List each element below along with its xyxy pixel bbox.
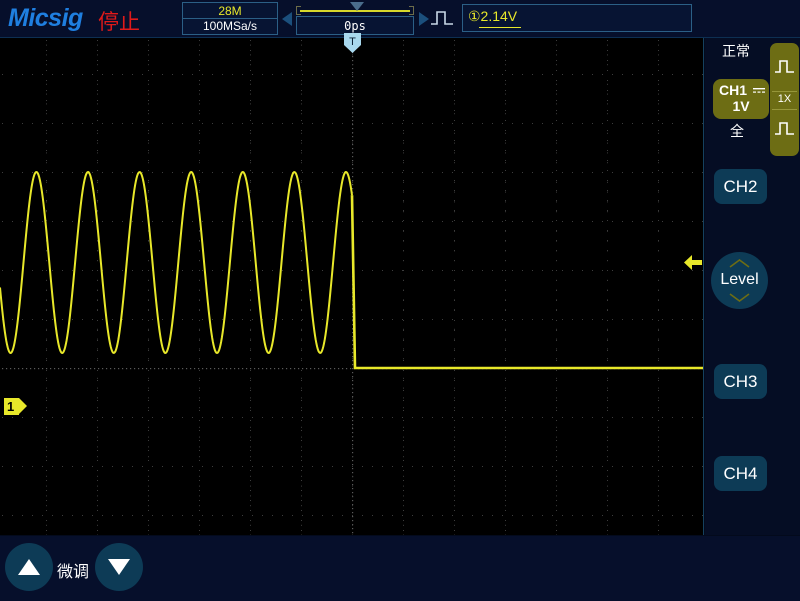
ground-marker-tip-icon bbox=[19, 398, 27, 414]
decrease-button[interactable] bbox=[95, 543, 143, 591]
trigger-level-arrow-icon[interactable] bbox=[684, 254, 702, 271]
sample-rate-value: 100MSa/s bbox=[202, 19, 258, 33]
dc-coupling-icon bbox=[753, 88, 765, 93]
increase-button[interactable] bbox=[5, 543, 53, 591]
chevron-down-icon[interactable] bbox=[729, 293, 750, 302]
probe-decrease-pulse-icon[interactable] bbox=[774, 121, 795, 137]
triangle-down-icon bbox=[108, 559, 130, 575]
oscilloscope-screen: Micsig 停止 28M 100MSa/s 0ps ①2.14V 1 T 正常… bbox=[0, 0, 800, 601]
measurement-readout: 正脉宽:10.65ms bbox=[22, 533, 122, 535]
probe-divider-bottom bbox=[772, 109, 797, 110]
channel1-ground-marker[interactable]: 1 bbox=[4, 398, 27, 415]
scroll-right-arrow-icon[interactable] bbox=[419, 12, 429, 26]
trigger-mode-label[interactable]: 正常 bbox=[722, 41, 750, 61]
triangle-up-icon bbox=[18, 559, 40, 575]
scroll-left-arrow-icon[interactable] bbox=[282, 12, 292, 26]
run-state-label[interactable]: 停止 bbox=[98, 6, 140, 36]
trigger-level-knob-label: Level bbox=[720, 271, 759, 288]
ch1-button[interactable]: CH1 1V bbox=[713, 79, 769, 119]
svg-text:T: T bbox=[349, 36, 356, 48]
trigger-level-value: ①2.14V bbox=[468, 8, 518, 24]
top-status-bar: Micsig 停止 28M 100MSa/s 0ps ①2.14V bbox=[0, 0, 800, 38]
ch1-button-label: CH1 bbox=[719, 82, 748, 98]
ground-marker-number: 1 bbox=[7, 399, 15, 414]
probe-increase-pulse-icon[interactable] bbox=[774, 59, 795, 75]
chevron-up-icon[interactable] bbox=[729, 259, 750, 268]
right-sidebar: 正常 CH1 1V 全 1X CH2 Level CH3 CH4 bbox=[705, 38, 800, 535]
ch1-scale-label: 1V bbox=[732, 98, 750, 114]
memory-depth-value: 28M bbox=[183, 3, 277, 19]
trigger-position-badge-icon[interactable]: T bbox=[344, 33, 361, 53]
sidebar-item-ch3[interactable]: CH3 bbox=[714, 364, 767, 399]
probe-divider-top bbox=[772, 91, 797, 92]
position-marker-icon bbox=[350, 2, 364, 11]
fine-adjust-label[interactable]: 微调 bbox=[57, 558, 89, 582]
waveform-display[interactable]: 1 正脉宽:10.65ms bbox=[0, 38, 704, 535]
sidebar-item-ch2[interactable]: CH2 bbox=[714, 169, 767, 204]
bottom-toolbar: 微调 快速 保存 20ms CH1 bbox=[0, 536, 800, 601]
trigger-level-underline bbox=[479, 27, 521, 28]
probe-ratio-control[interactable]: 1X bbox=[770, 43, 799, 156]
bandwidth-label[interactable]: 全 bbox=[730, 121, 744, 141]
trigger-level-knob[interactable]: Level bbox=[711, 252, 768, 309]
sidebar-item-ch4[interactable]: CH4 bbox=[714, 456, 767, 491]
brand-logo: Micsig bbox=[8, 4, 83, 32]
acquisition-info-box[interactable]: 28M 100MSa/s bbox=[182, 2, 278, 35]
position-bracket-right-icon bbox=[409, 6, 414, 15]
waveform-canvas bbox=[0, 38, 703, 535]
probe-ratio-value: 1X bbox=[777, 93, 792, 105]
trigger-pulse-icon[interactable] bbox=[430, 9, 454, 27]
